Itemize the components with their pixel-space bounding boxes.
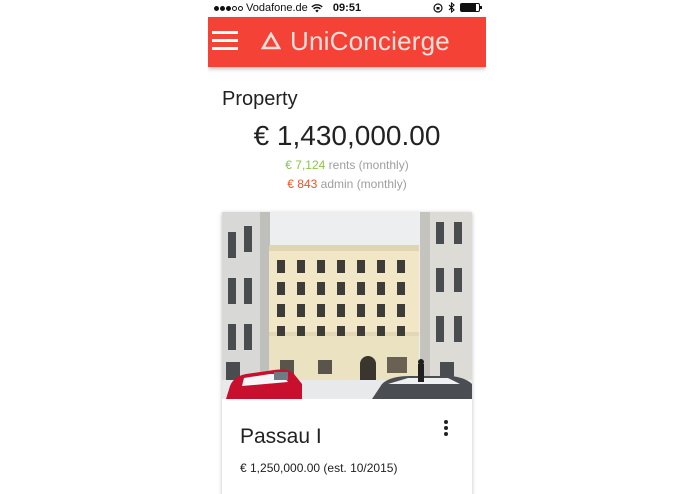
- building-photo: [222, 212, 472, 399]
- facade-window: [357, 304, 365, 317]
- facade-window: [317, 260, 325, 273]
- facade-window: [397, 260, 405, 273]
- facade-window: [317, 304, 325, 317]
- property-card[interactable]: Passau I € 1,250,000.00 (est. 10/2015): [222, 212, 472, 494]
- battery-icon: [460, 3, 482, 12]
- orientation-lock-icon: [433, 2, 443, 13]
- facade-window: [377, 282, 385, 295]
- admin-label: admin (monthly): [320, 177, 407, 191]
- card-title: Passau I: [240, 425, 322, 448]
- rents-amount: € 7,124: [285, 158, 326, 172]
- total-value: € 1,430,000.00: [253, 120, 441, 151]
- facade-window: [297, 282, 305, 295]
- facade-window: [337, 304, 345, 317]
- facade-window: [297, 260, 305, 273]
- facade-window: [337, 260, 345, 273]
- battery-level: [461, 4, 477, 11]
- facade-window: [377, 304, 385, 317]
- hamburger-menu-icon[interactable]: [212, 31, 238, 51]
- triangle-logo-icon: [261, 32, 281, 50]
- facade-window: [277, 260, 285, 273]
- rents-label: rents (monthly): [328, 158, 409, 172]
- facade-window: [337, 282, 345, 295]
- status-bar: Vodafone.de 09:51: [208, 0, 486, 17]
- card-price: € 1,250,000.00 (est. 10/2015): [240, 461, 398, 475]
- facade-window: [277, 304, 285, 317]
- rents-line: € 7,124 rents (monthly): [208, 158, 486, 172]
- facade-window: [397, 282, 405, 295]
- admin-amount: € 843: [287, 177, 318, 191]
- facade-window: [297, 304, 305, 317]
- facade-window: [277, 282, 285, 295]
- facade-window: [317, 282, 325, 295]
- bluetooth-icon: [448, 2, 455, 13]
- admin-line: € 843 admin (monthly): [208, 177, 486, 191]
- app-bar: UniConcierge: [208, 17, 486, 67]
- facade-window: [397, 304, 405, 317]
- more-vert-icon[interactable]: [442, 420, 450, 438]
- facade-window: [357, 282, 365, 295]
- section-heading: Property: [222, 88, 298, 110]
- facade-window: [377, 260, 385, 273]
- app-title: UniConcierge: [290, 26, 450, 56]
- status-right: [433, 2, 482, 13]
- phone-screen: Vodafone.de 09:51 UniConcierge Property …: [208, 0, 486, 494]
- facade-window: [357, 260, 365, 273]
